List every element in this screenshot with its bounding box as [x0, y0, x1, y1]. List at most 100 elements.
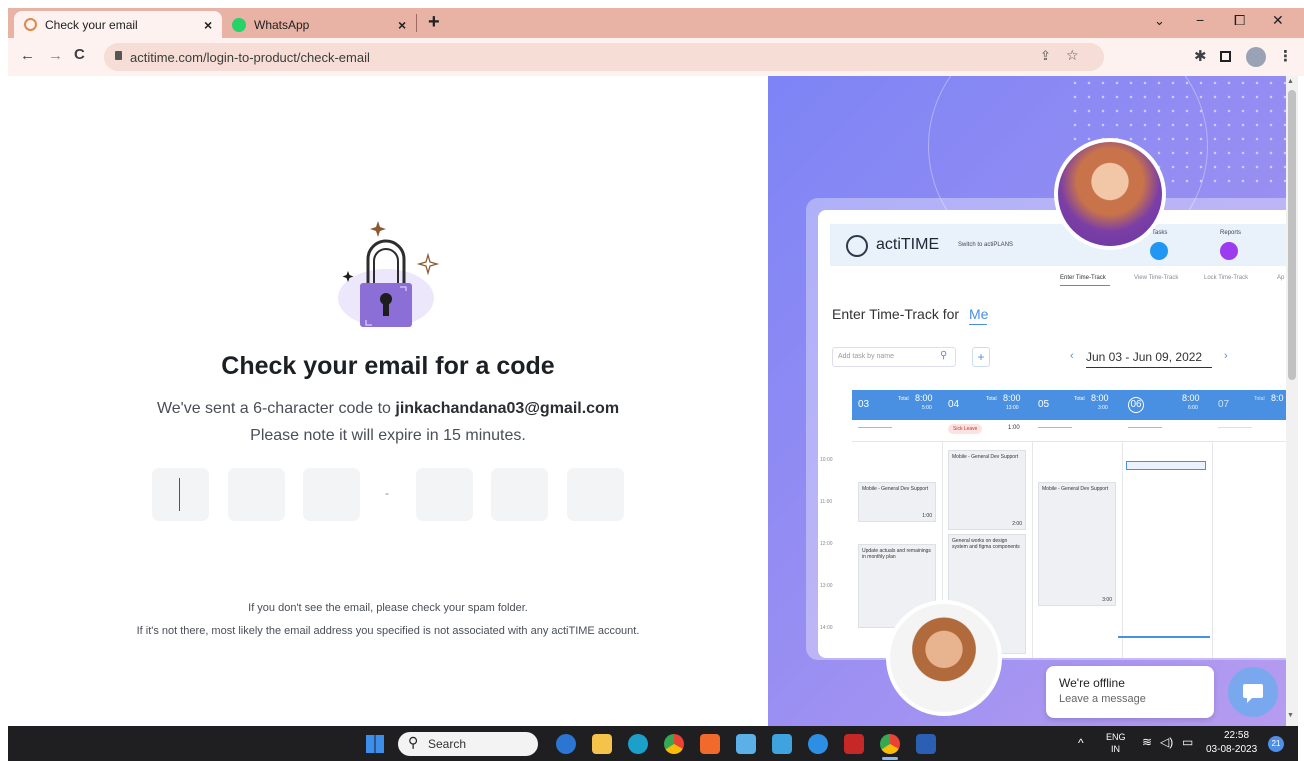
no-leave-link [1218, 427, 1252, 428]
chat-bubble[interactable]: We're offline Leave a message [1046, 666, 1214, 718]
hour-label: 14:00 [820, 625, 833, 631]
task-card-time: 2:00 [1012, 521, 1022, 527]
chat-launcher-button[interactable] [1228, 667, 1278, 717]
scrollbar-thumb[interactable] [1288, 90, 1296, 380]
no-leave-link [1038, 427, 1072, 428]
leave-row [852, 420, 1286, 442]
day-sub: 13:00 [1006, 405, 1019, 411]
code-sent-message: We've sent a 6-character code to jinkach… [8, 400, 768, 418]
language-top[interactable]: ENG [1106, 732, 1126, 742]
woman-avatar [1058, 142, 1162, 246]
chat-title: We're offline [1059, 676, 1125, 690]
code-sent-prefix: We've sent a 6-character code to [156, 400, 396, 417]
bookmark-star-icon[interactable]: ☆ [1066, 47, 1079, 64]
day-total-label: Total [1074, 396, 1085, 402]
more-menu-icon[interactable]: ⋮ [1278, 47, 1293, 65]
user-underline [969, 324, 987, 325]
code-digit-2-input[interactable] [228, 468, 285, 521]
reload-icon[interactable]: C [74, 46, 85, 63]
chrome-icon[interactable] [664, 734, 684, 754]
help-icon[interactable] [808, 734, 828, 754]
timetrack-heading: Enter Time-Track for [832, 306, 960, 322]
check-email-panel: Check your email for a code We've sent a… [8, 76, 768, 726]
file-explorer-icon[interactable] [592, 734, 612, 754]
woman-portrait [1054, 138, 1166, 250]
code-separator: - [385, 486, 389, 500]
clock-time[interactable]: 22:58 [1224, 730, 1249, 741]
tab-whatsapp[interactable]: WhatsApp × [222, 11, 417, 38]
back-arrow-icon[interactable]: ← [20, 47, 35, 64]
notification-badge[interactable]: 21 [1268, 736, 1284, 752]
close-tab-icon[interactable]: × [398, 17, 406, 33]
share-icon[interactable]: ⇪ [1040, 48, 1051, 64]
task-card-text: Update actuals and remainings in monthly… [862, 548, 931, 560]
windows-taskbar: ⚲ Search ^ ENG IN ≋ ◁) ▭ 22:58 03-08-202… [8, 726, 1298, 761]
word-icon[interactable] [916, 734, 936, 754]
chat-icon [1243, 684, 1263, 703]
next-week-icon: › [1224, 350, 1228, 362]
padlock-illustration [330, 221, 450, 331]
day-total-label: Total [986, 396, 997, 402]
tab-label: WhatsApp [254, 17, 310, 32]
grid-divider [1122, 442, 1123, 658]
spam-note: If you don't see the email, please check… [248, 602, 528, 614]
extensions-puzzle-icon[interactable]: ✱ [1194, 47, 1207, 65]
task-card-text: Mobile - General Dev Support [1042, 486, 1109, 492]
scroll-down-icon[interactable]: ▼ [1287, 712, 1294, 719]
store-icon[interactable] [736, 734, 756, 754]
profile-avatar[interactable] [1246, 47, 1266, 67]
code-digit-6-input[interactable] [567, 468, 624, 521]
text-cursor [179, 478, 180, 511]
clock-date[interactable]: 03-08-2023 [1206, 744, 1257, 755]
nav-reports: Reports [1220, 230, 1242, 236]
day-number: 05 [1038, 399, 1050, 410]
wifi-icon[interactable]: ≋ [1142, 735, 1152, 749]
day-total-label: Total [1254, 396, 1265, 402]
taskbar-search[interactable]: ⚲ Search [398, 732, 538, 756]
language-bottom[interactable]: IN [1111, 744, 1120, 754]
brave-icon[interactable] [700, 734, 720, 754]
address-bar[interactable]: actitime.com/login-to-product/check-emai… [104, 43, 1104, 71]
minimize-button[interactable]: − [1196, 12, 1204, 28]
whatsapp-icon [232, 17, 246, 32]
subnav-lock: Lock Time-Track [1204, 275, 1249, 281]
close-window-button[interactable]: ✕ [1272, 12, 1284, 29]
day-total: 8:00 [915, 393, 933, 403]
date-range: Jun 03 - Jun 09, 2022 [1086, 350, 1203, 364]
chrome-active-icon[interactable] [880, 734, 900, 754]
code-digit-5-input[interactable] [491, 468, 548, 521]
code-digit-3-input[interactable] [303, 468, 360, 521]
edge-icon[interactable] [628, 734, 648, 754]
search-icon: ⚲ [940, 350, 948, 361]
side-panel-icon[interactable] [1220, 51, 1231, 62]
close-tab-icon[interactable]: × [204, 17, 212, 33]
windows-start-icon[interactable] [366, 735, 384, 753]
tray-chevron-icon[interactable]: ^ [1078, 736, 1084, 750]
sick-leave-time: 1:00 [1008, 425, 1020, 431]
page-scrollbar[interactable]: ▲ ▼ [1286, 76, 1298, 726]
tab-check-email[interactable]: Check your email × [14, 11, 222, 38]
bing-icon[interactable] [556, 734, 576, 754]
volume-icon[interactable]: ◁) [1160, 735, 1173, 749]
padlock-icon [338, 221, 440, 327]
forward-arrow-icon[interactable]: → [48, 47, 63, 64]
task-card-text: General works on design system and figma… [952, 538, 1020, 550]
hour-label: 12:00 [820, 541, 833, 547]
day-number: 04 [948, 399, 960, 410]
code-digit-4-input[interactable] [416, 468, 473, 521]
date-underline [1086, 367, 1212, 368]
switch-actiplans-link: Switch to actiPLANS [958, 242, 1014, 248]
tab-search-icon[interactable]: ⌄ [1154, 13, 1165, 29]
lock-icon [115, 51, 122, 60]
mcafee-icon[interactable] [844, 734, 864, 754]
mysql-icon[interactable] [772, 734, 792, 754]
scroll-up-icon[interactable]: ▲ [1287, 78, 1294, 85]
battery-icon[interactable]: ▭ [1182, 735, 1193, 749]
day-total-label: Total [898, 396, 909, 402]
task-card-text: Mobile - General Dev Support [862, 486, 929, 492]
maximize-button[interactable]: ⧠ [1234, 12, 1245, 29]
new-tab-button[interactable]: + [428, 11, 440, 34]
day-05: 05 Total 8:00 3:00 [1038, 393, 1109, 412]
code-digit-1-input[interactable] [152, 468, 209, 521]
day-total: 8:00 [1003, 393, 1021, 403]
